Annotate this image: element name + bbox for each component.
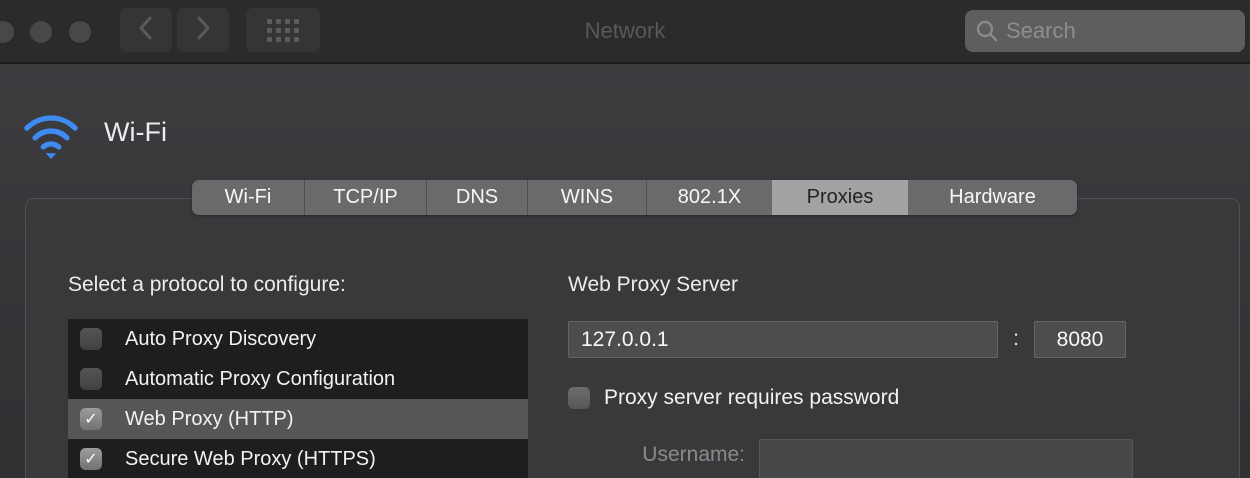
protocol-label: Automatic Proxy Configuration: [125, 368, 395, 391]
tab-wins[interactable]: WINS: [528, 180, 647, 215]
checkmark-icon: ✓: [84, 452, 97, 468]
show-all-button[interactable]: [246, 8, 320, 52]
minimize-button[interactable]: [30, 21, 52, 43]
chevron-left-icon: [136, 15, 156, 46]
protocol-list: Auto Proxy Discovery Automatic Proxy Con…: [68, 319, 528, 478]
protocol-label: Auto Proxy Discovery: [125, 328, 316, 351]
zoom-button[interactable]: [69, 21, 91, 43]
checkmark-icon: ✓: [84, 412, 97, 428]
back-button[interactable]: [120, 8, 172, 52]
checkbox-secure-web-proxy-https[interactable]: ✓: [80, 448, 102, 470]
username-input[interactable]: [759, 439, 1133, 478]
tab-hardware[interactable]: Hardware: [908, 180, 1077, 215]
protocol-label: Web Proxy (HTTP): [125, 408, 294, 431]
connection-header: Wi-Fi: [22, 105, 167, 159]
grid-icon: [267, 19, 299, 42]
tab-dns[interactable]: DNS: [427, 180, 528, 215]
search-icon: [975, 19, 999, 43]
network-preferences-window: Network Wi-Fi Wi-Fi TC: [0, 0, 1250, 478]
protocol-row-web-proxy-http[interactable]: ✓ Web Proxy (HTTP): [68, 399, 528, 439]
wifi-icon: [22, 105, 80, 159]
close-button[interactable]: [0, 21, 14, 43]
forward-button[interactable]: [177, 8, 229, 52]
search-field[interactable]: [965, 10, 1245, 52]
tab-tcpip[interactable]: TCP/IP: [305, 180, 427, 215]
checkbox-proxy-password[interactable]: [568, 387, 590, 409]
search-input[interactable]: [1006, 18, 1245, 44]
checkbox-web-proxy-http[interactable]: ✓: [80, 408, 102, 430]
proxy-server-input[interactable]: [568, 321, 998, 358]
port-separator: :: [998, 327, 1034, 351]
title-bar: Network: [0, 0, 1250, 62]
checkbox-auto-proxy-discovery[interactable]: [80, 328, 102, 350]
tab-8021x[interactable]: 802.1X: [647, 180, 772, 215]
protocol-label: Secure Web Proxy (HTTPS): [125, 448, 376, 471]
password-required-row: Proxy server requires password: [568, 386, 899, 410]
protocol-section-heading: Select a protocol to configure:: [68, 273, 346, 297]
protocol-row-auto-proxy-discovery[interactable]: Auto Proxy Discovery: [68, 319, 528, 359]
protocol-row-automatic-proxy-configuration[interactable]: Automatic Proxy Configuration: [68, 359, 528, 399]
connection-name: Wi-Fi: [104, 117, 167, 148]
password-required-label: Proxy server requires password: [604, 386, 899, 410]
tab-wifi[interactable]: Wi-Fi: [192, 180, 305, 215]
protocol-row-secure-web-proxy-https[interactable]: ✓ Secure Web Proxy (HTTPS): [68, 439, 528, 478]
proxy-port-input[interactable]: [1034, 321, 1126, 358]
checkbox-automatic-proxy-configuration[interactable]: [80, 368, 102, 390]
chevron-right-icon: [193, 15, 213, 46]
username-label: Username:: [603, 443, 745, 467]
window-body: Wi-Fi Wi-Fi TCP/IP DNS WINS 802.1X Proxi…: [0, 62, 1250, 478]
tab-proxies[interactable]: Proxies: [772, 180, 908, 215]
tab-bar: Wi-Fi TCP/IP DNS WINS 802.1X Proxies Har…: [192, 180, 1077, 215]
web-proxy-server-heading: Web Proxy Server: [568, 273, 738, 297]
